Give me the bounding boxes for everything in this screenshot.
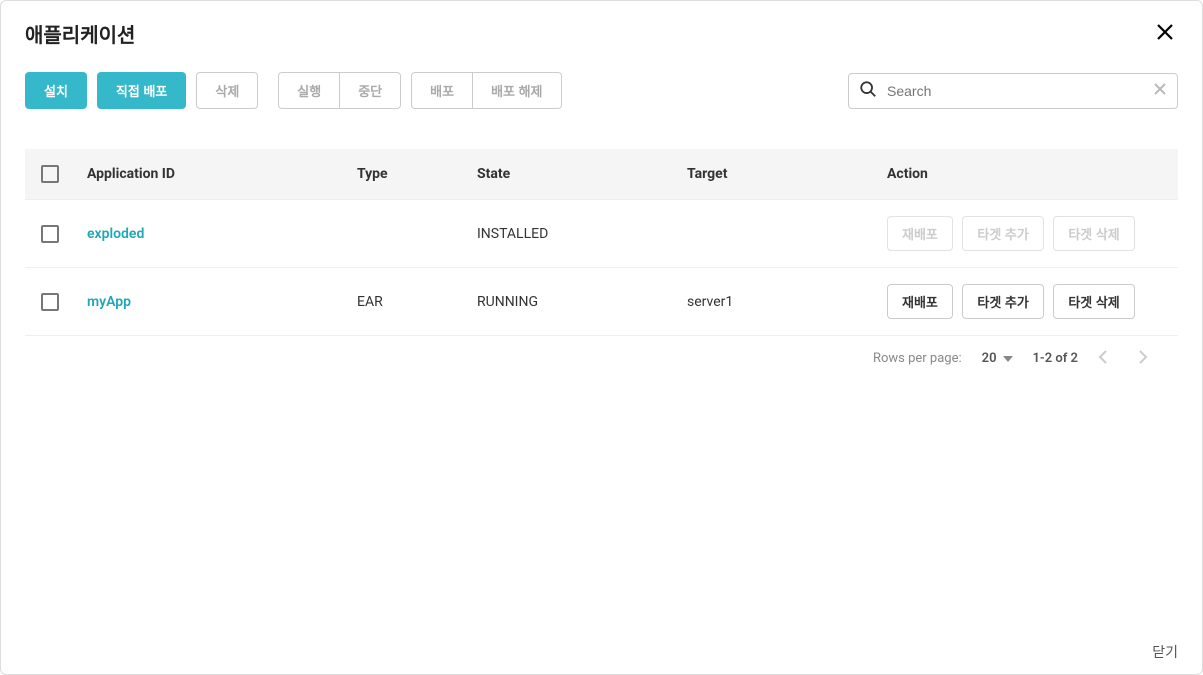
table-row: exploded INSTALLED 재배포 타겟 추가 타겟 삭제 — [25, 200, 1178, 268]
table-header-row: Application ID Type State Target Action — [25, 149, 1178, 200]
col-target[interactable]: Target — [675, 149, 875, 200]
row-actions: 재배포 타겟 추가 타겟 삭제 — [875, 200, 1178, 268]
row-type — [345, 200, 465, 268]
pagination: Rows per page: 20 1-2 of 2 — [25, 336, 1178, 367]
rows-per-page-select[interactable]: 20 — [982, 351, 1013, 366]
deploy-group: 배포 배포 해제 — [411, 72, 561, 109]
row-state: RUNNING — [465, 268, 675, 336]
app-id-link[interactable]: exploded — [87, 226, 144, 242]
redeploy-button[interactable]: 재배포 — [887, 216, 953, 251]
col-action: Action — [875, 149, 1178, 200]
add-target-button[interactable]: 타겟 추가 — [962, 284, 1043, 319]
row-target: server1 — [675, 268, 875, 336]
search-input[interactable] — [887, 83, 1143, 99]
row-checkbox[interactable] — [41, 225, 59, 243]
select-all-header — [25, 149, 75, 200]
rows-per-page-label: Rows per page: — [873, 351, 962, 366]
add-target-button[interactable]: 타겟 추가 — [962, 216, 1043, 251]
row-type: EAR — [345, 268, 465, 336]
delete-target-button[interactable]: 타겟 삭제 — [1053, 216, 1134, 251]
dialog-header: 애플리케이션 — [1, 1, 1202, 48]
row-checkbox[interactable] — [41, 293, 59, 311]
app-id-link[interactable]: myApp — [87, 294, 131, 310]
direct-deploy-button[interactable]: 직접 배포 — [97, 72, 186, 109]
delete-button[interactable]: 삭제 — [196, 72, 258, 109]
row-state: INSTALLED — [465, 200, 675, 268]
page-range: 1-2 of 2 — [1033, 351, 1079, 366]
run-button[interactable]: 실행 — [278, 72, 340, 109]
col-type[interactable]: Type — [345, 149, 465, 200]
footer-close-button[interactable]: 닫기 — [1152, 642, 1178, 662]
rows-per-page-value: 20 — [982, 351, 997, 366]
applications-table: Application ID Type State Target Action … — [25, 149, 1178, 336]
redeploy-button[interactable]: 재배포 — [887, 284, 953, 319]
run-stop-group: 실행 중단 — [278, 72, 401, 109]
page-title: 애플리케이션 — [25, 19, 135, 48]
prev-page-button[interactable] — [1098, 350, 1108, 367]
clear-icon[interactable] — [1153, 81, 1167, 100]
table-container: Application ID Type State Target Action … — [1, 109, 1202, 367]
undeploy-button[interactable]: 배포 해제 — [473, 72, 561, 109]
chevron-right-icon — [1138, 350, 1148, 367]
search-icon — [859, 80, 877, 102]
dialog: 애플리케이션 설치 직접 배포 삭제 실행 중단 배포 배포 해제 — [0, 0, 1203, 675]
page-nav — [1098, 350, 1148, 367]
select-all-checkbox[interactable] — [41, 165, 59, 183]
close-button[interactable] — [1152, 19, 1178, 48]
chevron-left-icon — [1098, 350, 1108, 367]
caret-down-icon — [1003, 351, 1013, 366]
table-row: myApp EAR RUNNING server1 재배포 타겟 추가 타겟 삭… — [25, 268, 1178, 336]
close-icon — [1156, 23, 1174, 44]
row-target — [675, 200, 875, 268]
col-state[interactable]: State — [465, 149, 675, 200]
next-page-button[interactable] — [1138, 350, 1148, 367]
toolbar: 설치 직접 배포 삭제 실행 중단 배포 배포 해제 — [1, 48, 1202, 109]
stop-button[interactable]: 중단 — [340, 72, 401, 109]
deploy-button[interactable]: 배포 — [411, 72, 473, 109]
row-actions: 재배포 타겟 추가 타겟 삭제 — [875, 268, 1178, 336]
install-button[interactable]: 설치 — [25, 72, 87, 109]
col-app-id[interactable]: Application ID — [75, 149, 345, 200]
search-box[interactable] — [848, 73, 1178, 109]
delete-target-button[interactable]: 타겟 삭제 — [1053, 284, 1134, 319]
dialog-footer: 닫기 — [1152, 642, 1178, 662]
